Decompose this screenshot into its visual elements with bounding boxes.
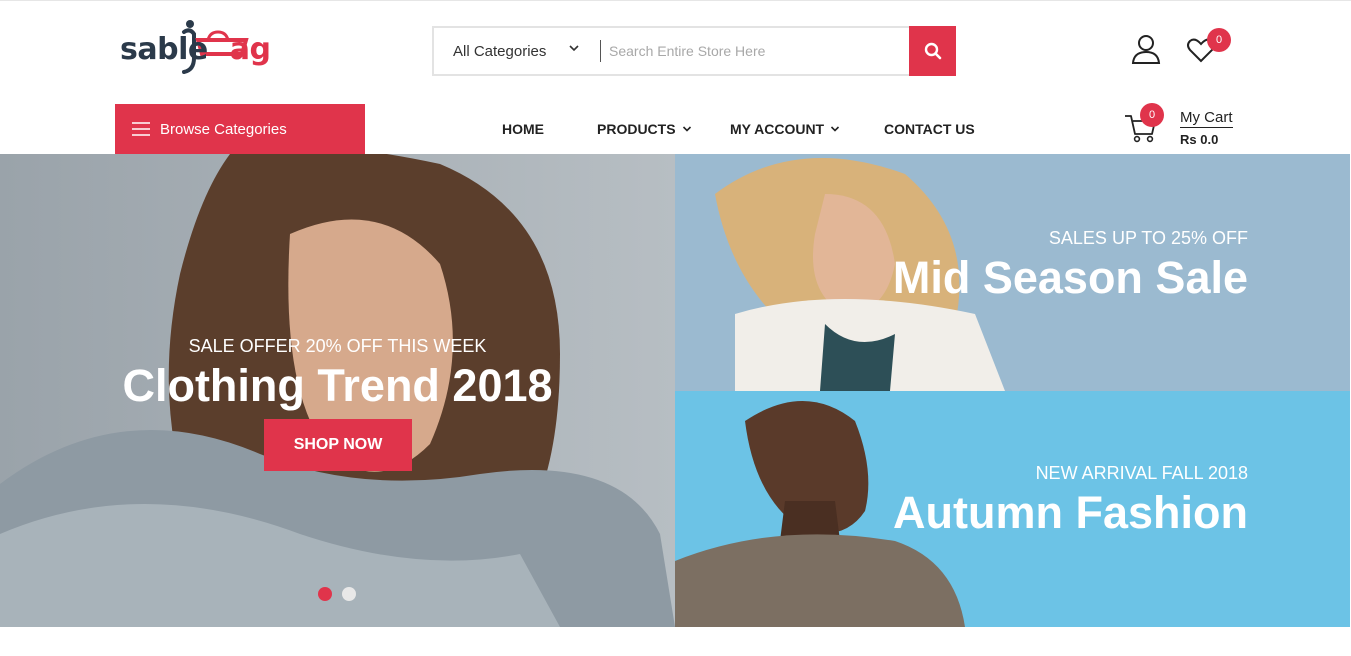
wishlist-count-badge: 0 [1207, 28, 1231, 52]
search-button[interactable] [909, 26, 956, 76]
nav-item-label: PRODUCTS [597, 121, 676, 137]
cart-count-badge: 0 [1140, 103, 1164, 127]
promo-title: Autumn Fashion [893, 487, 1248, 538]
search-bar: All Categories [432, 26, 956, 76]
nav-item-label: MY ACCOUNT [730, 121, 825, 137]
category-select-label: All Categories [453, 42, 547, 60]
slider-dot-active[interactable] [318, 587, 332, 601]
search-input[interactable] [601, 28, 909, 74]
cart-total: Rs 0.0 [1180, 132, 1219, 147]
category-select[interactable]: All Categories [434, 28, 600, 74]
top-divider [0, 0, 1351, 1]
promo-subtitle: NEW ARRIVAL FALL 2018 [1035, 463, 1248, 483]
chevron-down-icon [682, 126, 691, 132]
nav-item-products[interactable]: PRODUCTS [597, 104, 692, 154]
user-account-icon[interactable] [1130, 33, 1162, 65]
hero-title: Clothing Trend 2018 [122, 360, 553, 411]
promo-title: Mid Season Sale [892, 252, 1248, 303]
nav-item-label: HOME [502, 121, 544, 137]
hero-subtitle: SALE OFFER 20% OFF THIS WEEK [188, 336, 487, 356]
slider-dot[interactable] [342, 587, 356, 601]
page: sableag All Categories 0 Browse Categori… [0, 0, 1351, 656]
logo[interactable]: sable ag [120, 18, 271, 78]
nav-item-label: CONTACT US [884, 121, 975, 137]
nav-item-home[interactable]: HOME [502, 104, 544, 154]
my-cart-link[interactable]: My Cart [1180, 109, 1233, 128]
nav-item-my-account[interactable]: MY ACCOUNT [730, 104, 840, 154]
shop-now-button[interactable]: SHOP NOW [264, 419, 412, 471]
promo-banner-autumn-fashion[interactable]: NEW ARRIVAL FALL 2018 Autumn Fashion [675, 391, 1350, 627]
nav-item-contact-us[interactable]: CONTACT US [884, 104, 975, 154]
promo-banner-mid-season[interactable]: SALES UP TO 25% OFF Mid Season Sale [675, 154, 1350, 391]
promo-subtitle: SALES UP TO 25% OFF [1048, 228, 1248, 248]
hero-slider: SALE OFFER 20% OFF THIS WEEK Clothing Tr… [0, 154, 675, 627]
search-icon [924, 42, 941, 60]
chevron-down-icon [831, 126, 840, 132]
chevron-down-icon [569, 45, 579, 52]
logo-wordmark: sable ag [120, 32, 271, 67]
